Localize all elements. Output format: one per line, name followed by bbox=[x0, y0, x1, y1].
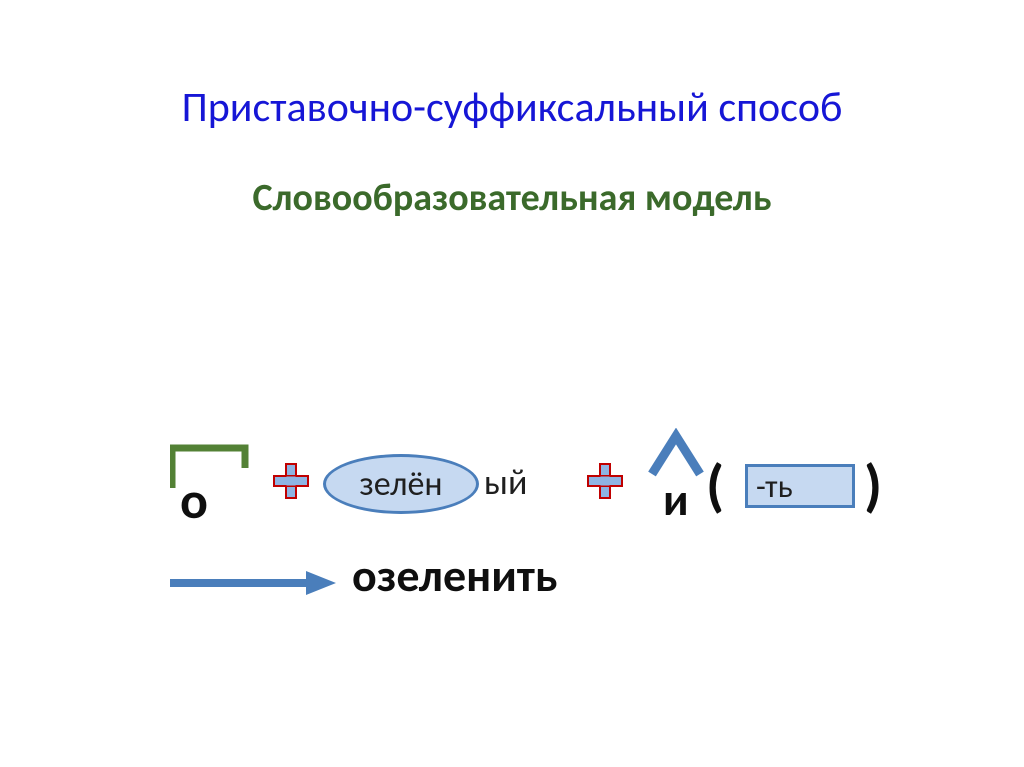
suffix-morpheme: и bbox=[663, 472, 689, 528]
paren-open: ( bbox=[706, 450, 724, 521]
root-morpheme: зелён bbox=[359, 464, 442, 505]
prefix-morpheme: о bbox=[180, 468, 208, 532]
page-title: Приставочно-суффиксальный способ bbox=[0, 82, 1024, 133]
result-word: озеленить bbox=[352, 548, 558, 604]
plus-icon bbox=[586, 462, 624, 500]
paren-close: ) bbox=[864, 450, 882, 521]
plus-icon bbox=[272, 462, 310, 500]
adjective-ending: ый bbox=[484, 460, 527, 504]
page-subtitle: Словообразовательная модель bbox=[0, 175, 1024, 221]
infinitive-ending: -ть bbox=[756, 467, 793, 506]
arrow-icon bbox=[168, 568, 338, 598]
root-ellipse: зелён bbox=[323, 454, 479, 514]
infinitive-ending-box: -ть bbox=[745, 464, 855, 508]
